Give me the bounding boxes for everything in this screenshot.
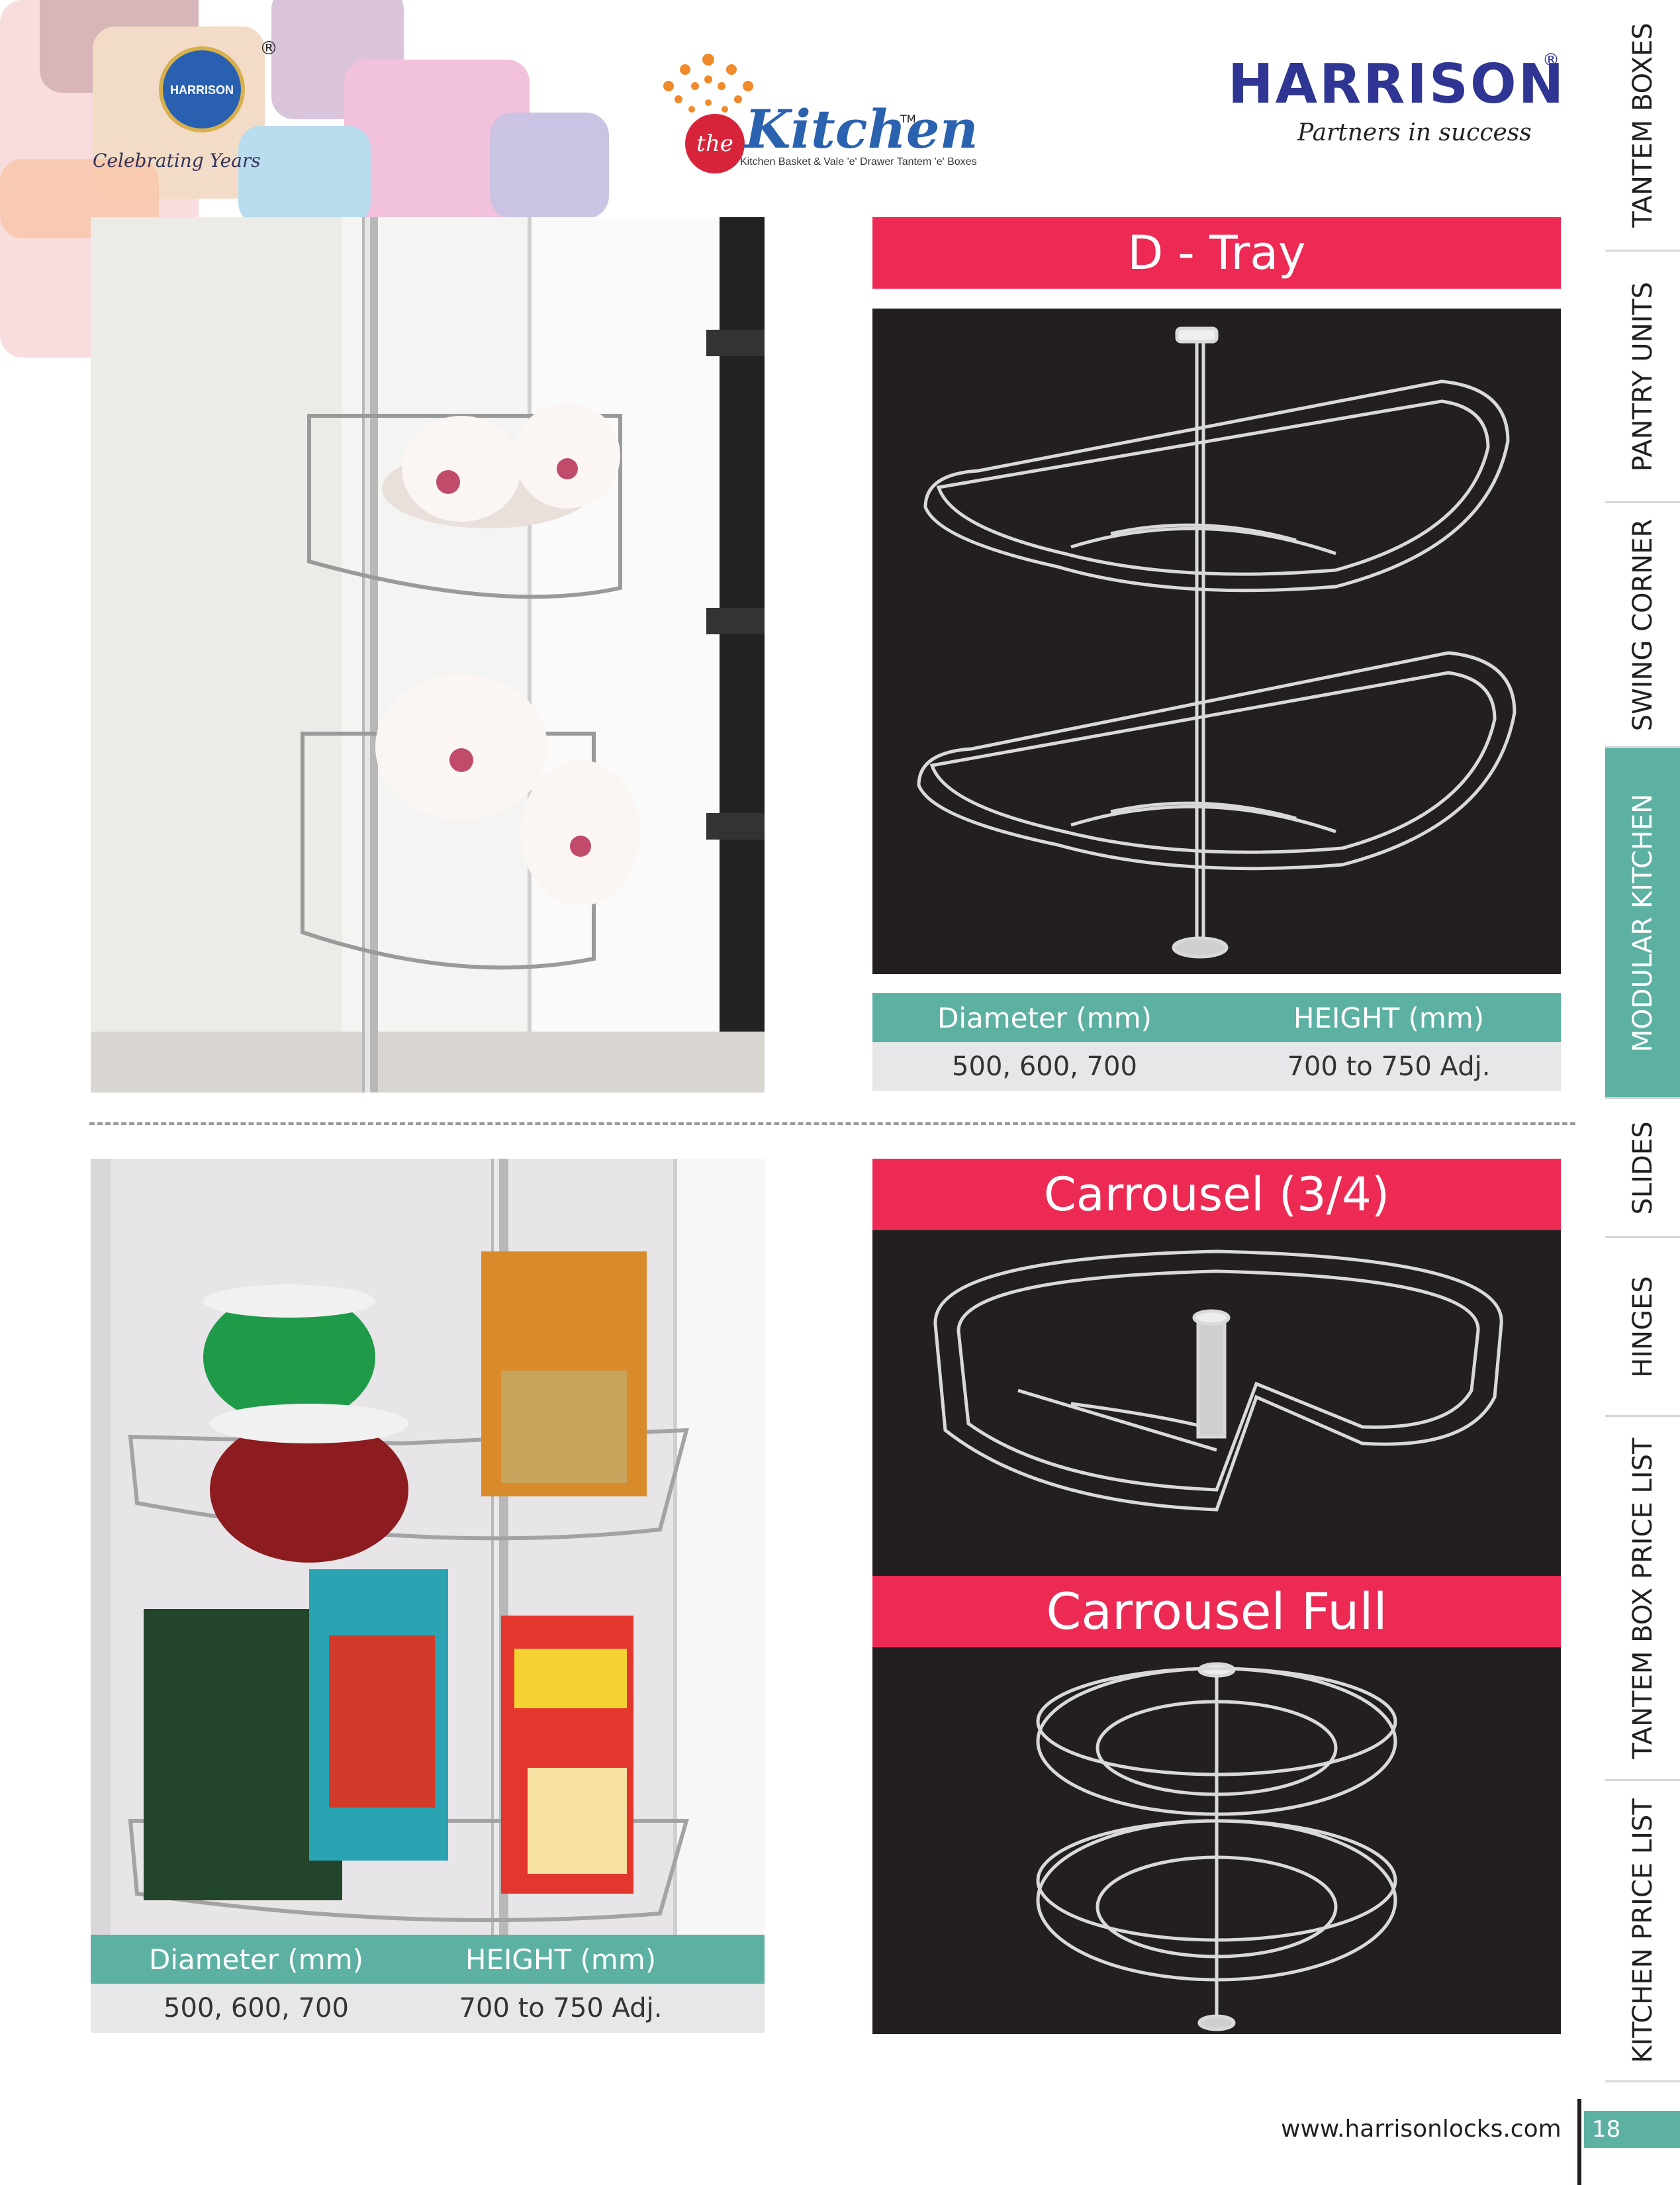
spec-header-diameter: Diameter (mm)	[937, 1001, 1152, 1034]
tab-pantry-units[interactable]: PANTRY UNITS	[1605, 252, 1680, 503]
tab-label: MODULAR KITCHEN	[1627, 793, 1658, 1052]
tab-tantem-boxes[interactable]: TANTEM BOXES	[1605, 0, 1680, 252]
tab-label: HINGES	[1627, 1275, 1658, 1378]
company-tagline: Partners in success	[1297, 119, 1532, 146]
company-name: HARRISON	[1228, 53, 1566, 116]
kitchen-logo-the: the	[685, 114, 745, 173]
carrousel-three-quarter-illustration	[933, 1249, 1503, 1512]
carrousel-installed-photo	[91, 1159, 765, 1935]
tab-label: TANTEM BOX PRICE LIST	[1627, 1437, 1658, 1759]
footer-divider	[1577, 2099, 1581, 2185]
d-tray-spec-header: Diameter (mm) HEIGHT (mm)	[872, 993, 1561, 1042]
section-divider	[89, 1122, 1575, 1125]
tab-label: SLIDES	[1627, 1121, 1658, 1214]
d-tray-title: D - Tray	[872, 217, 1561, 289]
tab-modular-kitchen[interactable]: MODULAR KITCHEN	[1605, 748, 1680, 1099]
tab-label: KITCHEN PRICE LIST	[1627, 1798, 1658, 2063]
spec-value-height: 700 to 750 Adj.	[1287, 1051, 1491, 1082]
d-tray-product-image	[872, 309, 1561, 974]
crest-emblem-icon: HARRISON	[159, 46, 245, 132]
d-tray-spec-values: 500, 600, 700 700 to 750 Adj.	[872, 1042, 1561, 1091]
tab-slides[interactable]: SLIDES	[1605, 1099, 1680, 1238]
kitchen-logo-tm: TM	[900, 113, 916, 125]
page-number: 18	[1584, 2111, 1680, 2148]
tab-hinges[interactable]: HINGES	[1605, 1238, 1680, 1417]
crest-registered-mark: ®	[259, 37, 278, 59]
tab-tantem-box-price-list[interactable]: TANTEM BOX PRICE LIST	[1605, 1417, 1680, 1781]
tab-label: PANTRY UNITS	[1627, 281, 1658, 471]
spec-header-diameter: Diameter (mm)	[148, 1943, 364, 1976]
kitchen-logo-tagline: Kitchen Basket & Vale 'e' Drawer Tantem …	[740, 156, 977, 168]
section-tabs: TANTEM BOXES PANTRY UNITS SWING CORNER M…	[1605, 0, 1680, 2082]
tab-label: SWING CORNER	[1627, 518, 1658, 731]
carrousel-full-title: Carrousel Full	[872, 1576, 1561, 1647]
spec-value-diameter: 500, 600, 700	[163, 1993, 349, 2023]
spec-header-height: HEIGHT (mm)	[1293, 1001, 1485, 1034]
carrousel-full-illustration	[1036, 1662, 1397, 2031]
celebrating-years-text: Celebrating Years	[93, 150, 261, 171]
carrousel-three-quarter-title: Carrousel (3/4)	[872, 1159, 1561, 1230]
d-tray-wire-illustration	[917, 326, 1517, 959]
tab-swing-corner[interactable]: SWING CORNER	[1605, 503, 1680, 748]
carrousel-spec-values: 500, 600, 700 700 to 750 Adj.	[91, 1984, 765, 2033]
spec-header-height: HEIGHT (mm)	[465, 1943, 657, 1976]
spec-value-diameter: 500, 600, 700	[952, 1051, 1137, 1082]
tab-label: TANTEM BOXES	[1627, 22, 1658, 228]
spec-value-height: 700 to 750 Adj.	[459, 1993, 663, 2023]
company-registered-mark: ®	[1542, 50, 1560, 70]
carrousel-spec-header: Diameter (mm) HEIGHT (mm)	[91, 1935, 765, 1984]
website-link[interactable]: www.harrisonlocks.com	[1281, 2115, 1562, 2143]
tab-kitchen-price-list[interactable]: KITCHEN PRICE LIST	[1605, 1781, 1680, 2082]
kitchen-logo-name: Kitchen	[745, 98, 978, 160]
d-tray-installed-photo	[91, 217, 765, 1092]
crest-text: HARRISON	[169, 83, 234, 97]
